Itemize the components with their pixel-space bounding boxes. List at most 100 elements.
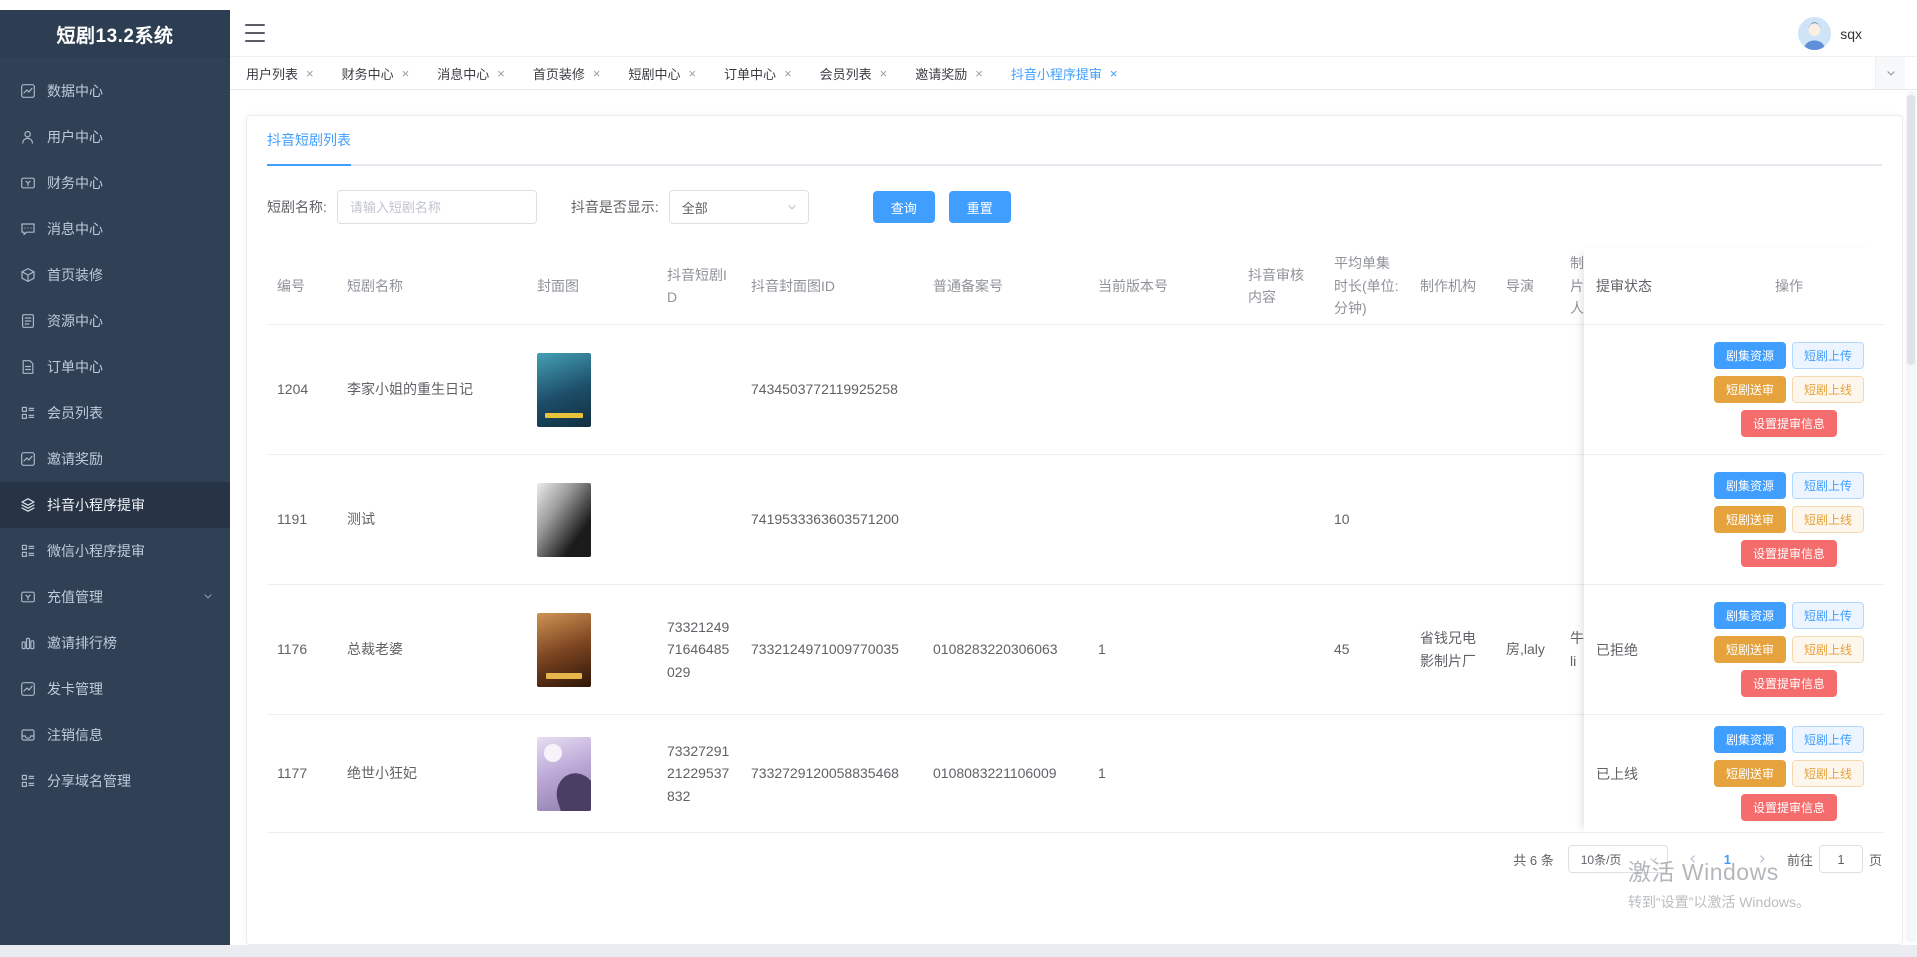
sidebar-item-finance-center[interactable]: 财务中心 [0, 160, 230, 206]
hamburger-menu-icon[interactable] [245, 24, 265, 42]
filter-bar: 短剧名称: 抖音是否显示: 全部 查询 重置 [267, 190, 1882, 224]
cell-cover-id: 7332729120058835468 [741, 762, 923, 784]
cell-avg-duration: 45 [1324, 638, 1410, 660]
close-icon[interactable]: × [306, 67, 314, 80]
episode-resource-button[interactable]: 剧集资源 [1714, 726, 1786, 753]
sidebar-item-recharge-management[interactable]: 充值管理 [0, 574, 230, 620]
fixed-row: 已拒绝 剧集资源 短剧上传 短剧送审 短剧上线 设置提审信息 [1584, 585, 1884, 715]
close-icon[interactable]: × [688, 67, 696, 80]
grid-list-icon [20, 405, 36, 421]
sidebar-item-logout-info[interactable]: 注销信息 [0, 712, 230, 758]
drama-online-button[interactable]: 短剧上线 [1792, 760, 1864, 787]
episode-resource-button[interactable]: 剧集资源 [1714, 472, 1786, 499]
drama-online-button[interactable]: 短剧上线 [1792, 376, 1864, 403]
col-header-review-content: 抖音审核内容 [1238, 264, 1324, 309]
drama-upload-button[interactable]: 短剧上传 [1792, 602, 1864, 629]
sidebar-item-message-center[interactable]: 消息中心 [0, 206, 230, 252]
tab-douyin-miniapp-review[interactable]: 抖音小程序提审× [1011, 64, 1118, 83]
close-icon[interactable]: × [784, 67, 792, 80]
sidebar-item-data-center[interactable]: 数据中心 [0, 68, 230, 114]
vertical-scrollbar[interactable] [1906, 91, 1916, 943]
sidebar-item-invite-ranking[interactable]: 邀请排行榜 [0, 620, 230, 666]
cell-cover-id: 7434503772119925258 [741, 378, 923, 400]
cell-cover-id: 7419533363603571200 [741, 508, 923, 530]
episode-resource-button[interactable]: 剧集资源 [1714, 602, 1786, 629]
tabs-overflow-button[interactable] [1875, 57, 1905, 89]
set-review-info-button[interactable]: 设置提审信息 [1741, 540, 1837, 567]
page-size-select[interactable]: 10条/页 [1568, 845, 1668, 873]
sidebar-item-wechat-miniapp-review[interactable]: 微信小程序提审 [0, 528, 230, 574]
set-review-info-button[interactable]: 设置提审信息 [1741, 410, 1837, 437]
cover-image[interactable] [537, 353, 591, 427]
reset-button[interactable]: 重置 [949, 191, 1011, 223]
douyin-display-select[interactable]: 全部 [669, 190, 809, 224]
sidebar-item-label: 邀请排行榜 [47, 633, 117, 653]
cell-director: 房,laly [1496, 638, 1560, 660]
avatar[interactable] [1798, 17, 1831, 50]
cell-version: 1 [1088, 762, 1238, 784]
drama-submit-review-button[interactable]: 短剧送审 [1714, 636, 1786, 663]
chat-bubble-icon [20, 221, 36, 237]
user-menu[interactable]: sqx [1798, 17, 1862, 50]
sidebar-item-label: 邀请奖励 [47, 449, 103, 469]
goto-page-input[interactable] [1819, 845, 1863, 873]
sidebar-item-invite-reward[interactable]: 邀请奖励 [0, 436, 230, 482]
prev-page-button[interactable] [1682, 846, 1704, 872]
close-icon[interactable]: × [880, 67, 888, 80]
drama-online-button[interactable]: 短剧上线 [1792, 506, 1864, 533]
tab-member-list[interactable]: 会员列表× [820, 64, 888, 83]
tab-home-decoration[interactable]: 首页装修× [533, 64, 601, 83]
drama-upload-button[interactable]: 短剧上传 [1792, 726, 1864, 753]
cell-name: 李家小姐的重生日记 [337, 378, 527, 400]
sidebar-item-card-management[interactable]: 发卡管理 [0, 666, 230, 712]
cell-name: 绝世小狂妃 [337, 762, 527, 784]
cover-image[interactable] [537, 737, 591, 811]
set-review-info-button[interactable]: 设置提审信息 [1741, 670, 1837, 697]
drama-submit-review-button[interactable]: 短剧送审 [1714, 506, 1786, 533]
sidebar-item-member-list[interactable]: 会员列表 [0, 390, 230, 436]
tab-message-center[interactable]: 消息中心× [437, 64, 505, 83]
cover-image[interactable] [537, 613, 591, 687]
tab-invite-reward[interactable]: 邀请奖励× [915, 64, 983, 83]
sidebar-item-order-center[interactable]: 订单中心 [0, 344, 230, 390]
close-icon[interactable]: × [1110, 67, 1118, 80]
close-icon[interactable]: × [497, 67, 505, 80]
sidebar-item-home-decoration[interactable]: 首页装修 [0, 252, 230, 298]
cell-cover-id: 7332124971009770035 [741, 638, 923, 660]
drama-table: 编号 短剧名称 封面图 抖音短剧ID 抖音封面图ID 普通备案号 当前版本号 抖… [267, 248, 1884, 833]
col-header-actions: 操作 [1694, 276, 1884, 296]
set-review-info-button[interactable]: 设置提审信息 [1741, 794, 1837, 821]
tab-douyin-drama-list[interactable]: 抖音短剧列表 [267, 130, 351, 164]
sidebar-item-label: 首页装修 [47, 265, 103, 285]
total-count: 共 6 条 [1513, 850, 1553, 869]
sidebar-item-resource-center[interactable]: 资源中心 [0, 298, 230, 344]
close-icon[interactable]: × [593, 67, 601, 80]
search-button[interactable]: 查询 [873, 191, 935, 223]
cover-image[interactable] [537, 483, 591, 557]
drama-name-input[interactable] [337, 190, 537, 224]
scrollbar-thumb[interactable] [1907, 95, 1915, 365]
next-page-button[interactable] [1751, 846, 1773, 872]
drama-submit-review-button[interactable]: 短剧送审 [1714, 760, 1786, 787]
page-number[interactable]: 1 [1718, 852, 1737, 867]
tab-finance-center[interactable]: 财务中心× [342, 64, 410, 83]
drama-online-button[interactable]: 短剧上线 [1792, 636, 1864, 663]
drama-upload-button[interactable]: 短剧上传 [1792, 472, 1864, 499]
close-icon[interactable]: × [402, 67, 410, 80]
tab-drama-center[interactable]: 短剧中心× [628, 64, 696, 83]
tab-user-list[interactable]: 用户列表× [246, 64, 314, 83]
close-icon[interactable]: × [975, 67, 983, 80]
sidebar-item-share-domain-management[interactable]: 分享域名管理 [0, 758, 230, 804]
sidebar-item-douyin-miniapp-review[interactable]: 抖音小程序提审 [0, 482, 230, 528]
sidebar-item-user-center[interactable]: 用户中心 [0, 114, 230, 160]
chevron-left-icon [1687, 853, 1699, 865]
col-header-name: 短剧名称 [337, 275, 527, 297]
drama-submit-review-button[interactable]: 短剧送审 [1714, 376, 1786, 403]
fixed-right-columns: 提审状态 操作 剧集资源 短剧上传 短剧送审 短剧上线 [1584, 248, 1884, 833]
tab-order-center[interactable]: 订单中心× [724, 64, 792, 83]
sidebar-item-label: 充值管理 [47, 587, 103, 607]
drama-upload-button[interactable]: 短剧上传 [1792, 342, 1864, 369]
chevron-down-icon [202, 589, 214, 605]
sidebar-item-label: 用户中心 [47, 127, 103, 147]
episode-resource-button[interactable]: 剧集资源 [1714, 342, 1786, 369]
